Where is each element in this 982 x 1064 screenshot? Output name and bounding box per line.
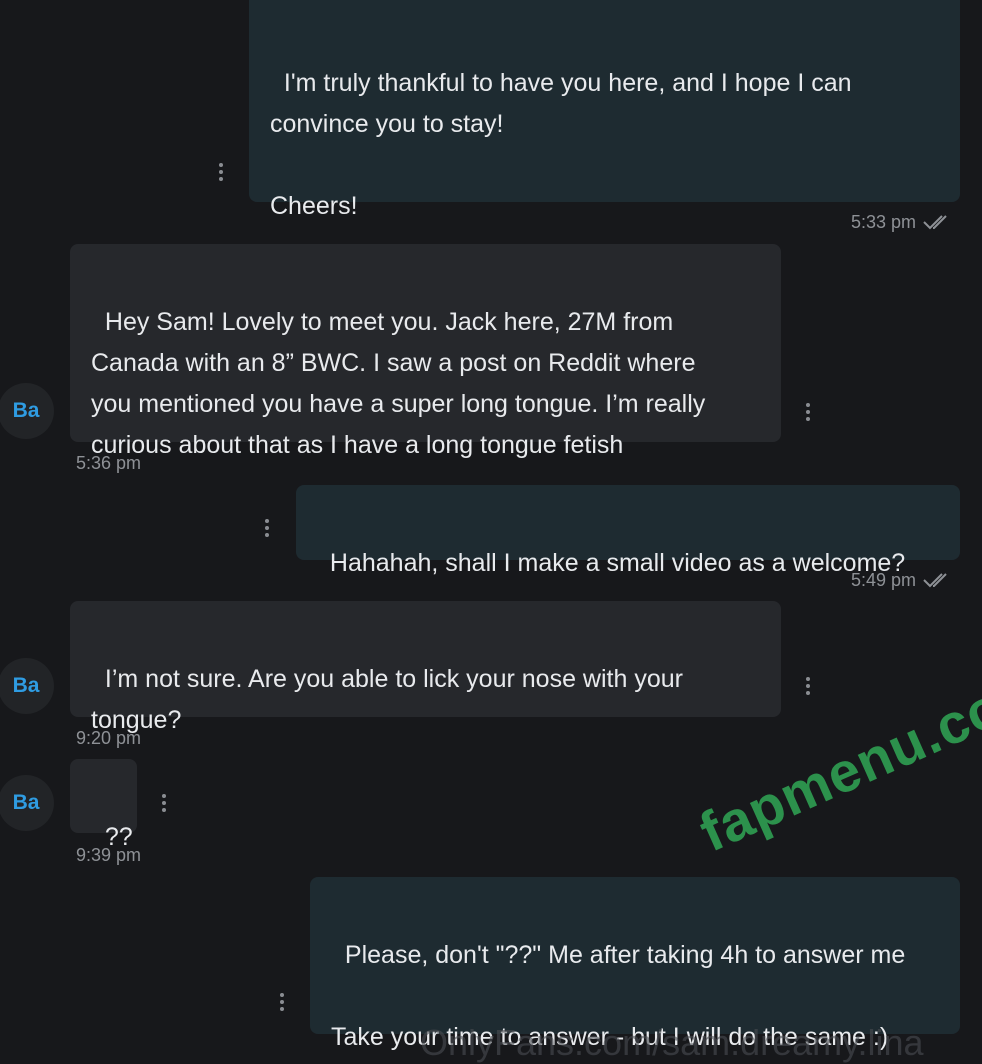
message-timestamp: 9:39 pm [76, 845, 142, 865]
message-text: I'm truly thankful to have you here, and… [270, 69, 852, 220]
message-timestamp: 5:36 pm [76, 453, 142, 473]
double-check-icon [923, 573, 947, 588]
more-vertical-icon[interactable] [257, 514, 277, 542]
more-vertical-icon[interactable] [798, 398, 818, 426]
footer-watermark: OnlyFans.com/sam.dreamy.lina [420, 1022, 924, 1063]
double-check-icon [923, 215, 947, 230]
avatar[interactable]: Ba [0, 775, 54, 831]
message-timestamp: 5:49 pm [851, 568, 954, 592]
message-bubble-incoming[interactable]: Hey Sam! Lovely to meet you. Jack here, … [70, 244, 781, 459]
avatar[interactable]: Ba [0, 383, 54, 439]
more-vertical-icon[interactable] [154, 789, 174, 817]
message-text: Hahahah, shall I make a small video as a… [329, 549, 906, 577]
message-bubble-incoming[interactable]: ?? [70, 759, 137, 851]
message-text: Hey Sam! Lovely to meet you. Jack here, … [91, 308, 706, 459]
message-timestamp: 9:20 pm [76, 728, 142, 748]
message-text: I’m not sure. Are you able to lick your … [91, 665, 683, 734]
message-bubble-incoming[interactable]: I’m not sure. Are you able to lick your … [70, 601, 781, 734]
message-bubble-outgoing[interactable]: Hahahah, shall I make a small video as a… [296, 485, 960, 577]
message-bubble-outgoing[interactable]: Please, don't "??" Me after taking 4h to… [310, 877, 960, 1051]
avatar[interactable]: Ba [0, 658, 54, 714]
more-vertical-icon[interactable] [798, 672, 818, 700]
more-vertical-icon[interactable] [211, 158, 231, 186]
message-timestamp: 5:33 pm [851, 210, 954, 234]
more-vertical-icon[interactable] [272, 988, 292, 1016]
message-bubble-outgoing[interactable]: I'm truly thankful to have you here, and… [249, 0, 960, 220]
